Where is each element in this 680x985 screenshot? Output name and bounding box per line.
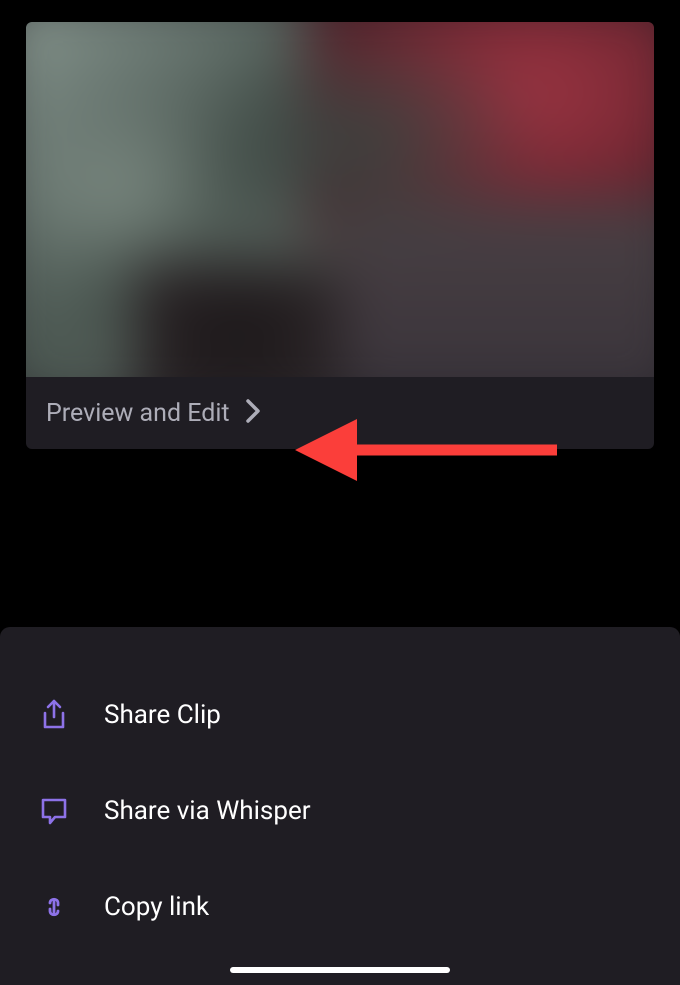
whisper-icon <box>38 795 70 827</box>
preview-edit-button[interactable]: Preview and Edit <box>26 377 654 449</box>
home-indicator[interactable] <box>230 967 450 973</box>
clip-thumbnail <box>26 22 654 377</box>
copy-link-button[interactable]: Copy link <box>0 859 680 955</box>
copy-link-label: Copy link <box>104 892 209 922</box>
share-whisper-label: Share via Whisper <box>104 796 311 826</box>
share-bottom-sheet: Share Clip Share via Whisper Copy link <box>0 627 680 985</box>
share-icon <box>38 699 70 731</box>
share-whisper-button[interactable]: Share via Whisper <box>0 763 680 859</box>
clip-preview-card: Preview and Edit <box>26 22 654 449</box>
share-clip-label: Share Clip <box>104 700 221 730</box>
link-icon <box>38 891 70 923</box>
share-clip-button[interactable]: Share Clip <box>0 667 680 763</box>
preview-edit-label: Preview and Edit <box>46 399 230 428</box>
chevron-right-icon <box>244 397 262 429</box>
blurred-video-preview <box>26 22 654 377</box>
